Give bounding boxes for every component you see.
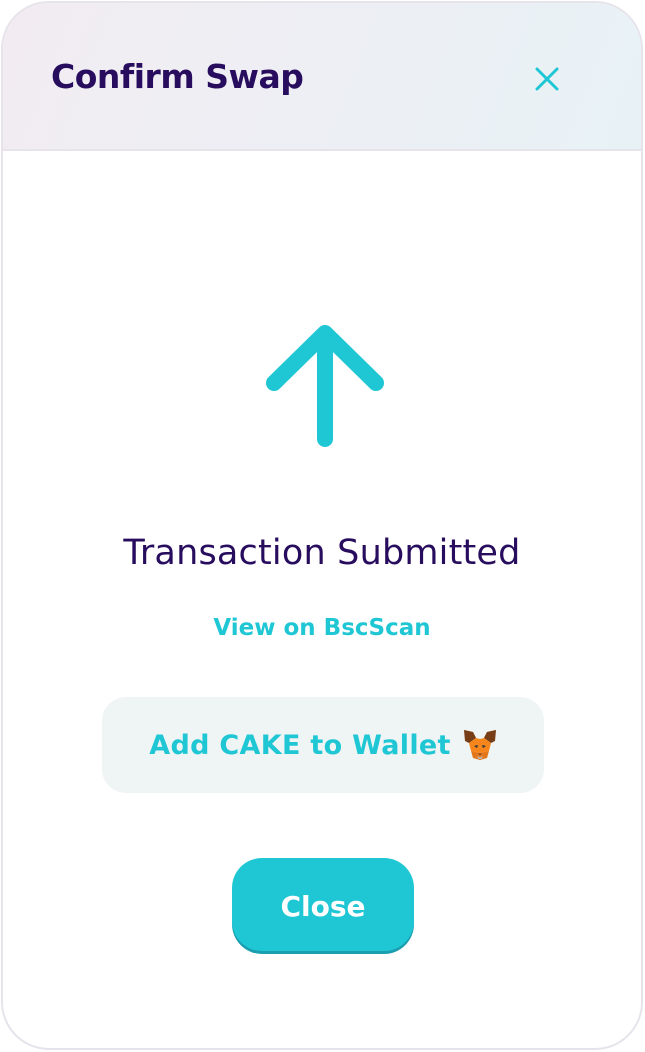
close-button-label: Close — [280, 889, 366, 923]
confirm-swap-modal: Confirm Swap Transaction Submitted View … — [1, 1, 643, 1050]
modal-header: Confirm Swap — [3, 3, 641, 151]
metamask-fox-icon — [463, 730, 496, 760]
transaction-status-text: Transaction Submitted — [123, 533, 521, 573]
close-modal-button[interactable] — [527, 59, 567, 99]
close-icon — [535, 67, 559, 91]
modal-title: Confirm Swap — [51, 57, 304, 96]
close-button[interactable]: Close — [232, 858, 414, 954]
add-token-to-wallet-button[interactable]: Add CAKE to Wallet — [102, 697, 544, 793]
view-on-bscscan-link[interactable]: View on BscScan — [3, 615, 641, 641]
add-token-label: Add CAKE to Wallet — [149, 729, 451, 761]
arrow-up-icon — [266, 325, 384, 447]
